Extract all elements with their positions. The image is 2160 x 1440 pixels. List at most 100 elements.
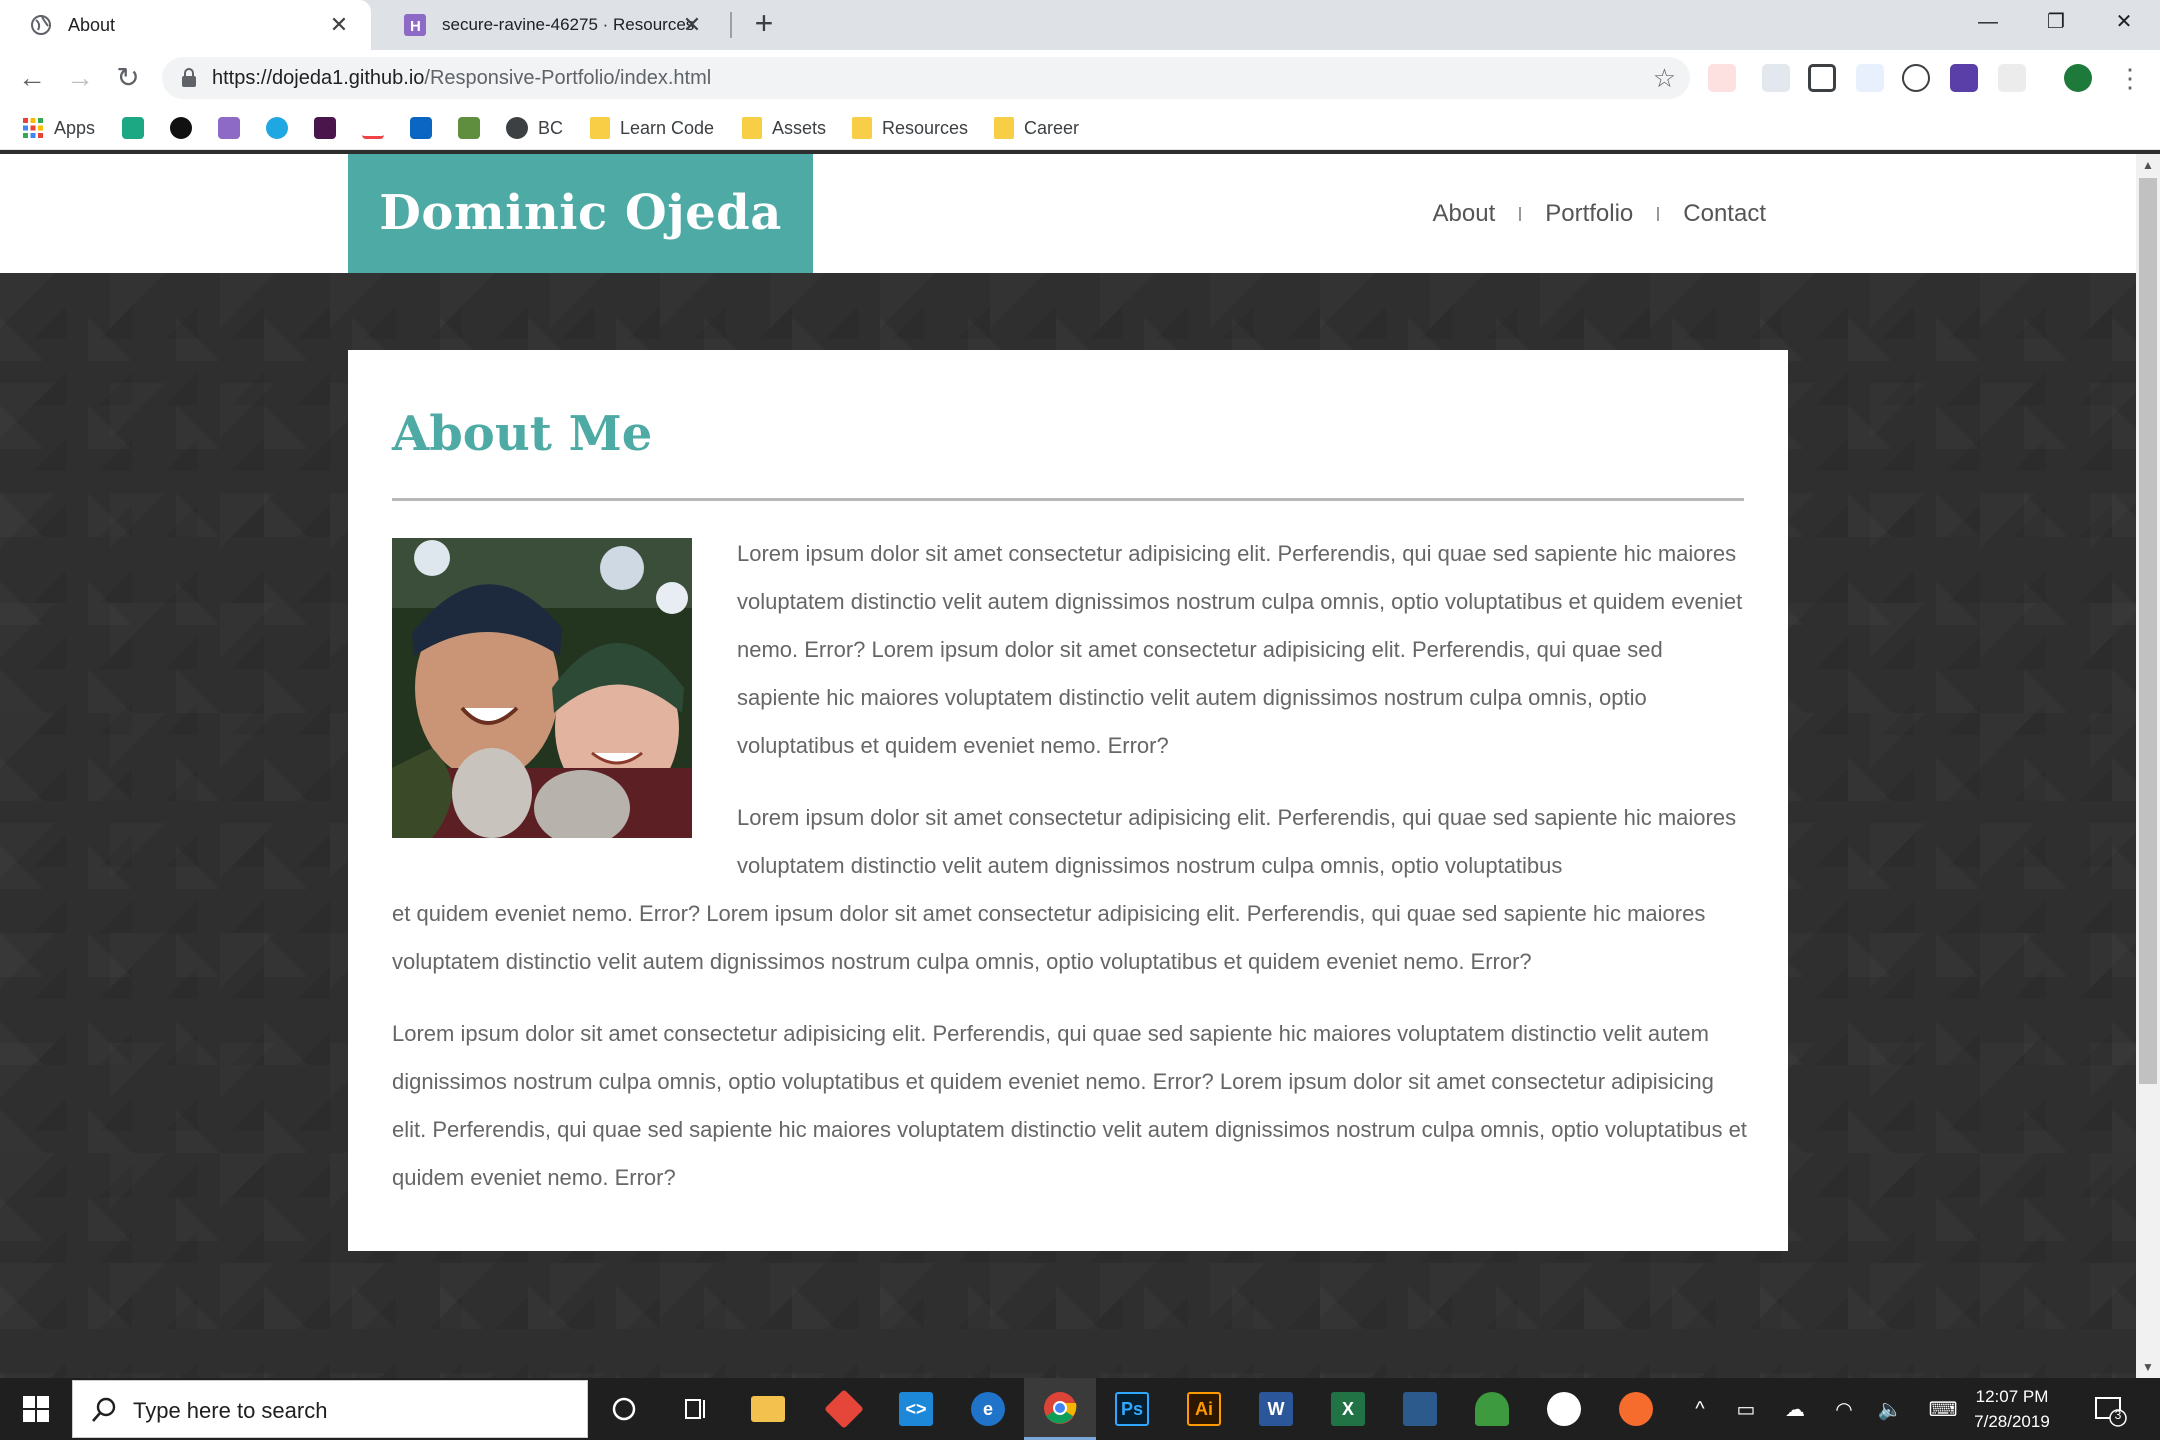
chrome-icon[interactable] bbox=[1024, 1378, 1096, 1440]
scroll-down-icon[interactable]: ▼ bbox=[2136, 1356, 2160, 1378]
wifi-icon[interactable]: ◠ bbox=[1824, 1378, 1864, 1440]
search-icon bbox=[92, 1397, 116, 1422]
excel-icon[interactable]: X bbox=[1312, 1378, 1384, 1440]
bookmarks-bar: Apps BC Learn Code Assets Resources Care… bbox=[0, 106, 2160, 150]
vscode-icon[interactable]: <> bbox=[880, 1378, 952, 1440]
svg-text:H: H bbox=[410, 18, 421, 35]
extension-blank-icon[interactable] bbox=[1998, 64, 2026, 92]
menu-dots-icon[interactable]: ⋮ bbox=[2112, 60, 2148, 96]
taskbar-search-box[interactable]: Type here to search bbox=[72, 1380, 588, 1438]
about-paragraph-2-rest: et quidem eveniet nemo. Error? Lorem ips… bbox=[392, 901, 1706, 974]
bookmark-bc[interactable]: BC bbox=[506, 114, 563, 142]
bookmark-slack[interactable] bbox=[314, 114, 336, 142]
extension-screenshot-icon[interactable] bbox=[1808, 64, 1836, 92]
nav-about-link[interactable]: About bbox=[1433, 200, 1496, 228]
extension-code-icon[interactable] bbox=[1902, 64, 1930, 92]
photoshop-icon[interactable]: Ps bbox=[1096, 1378, 1168, 1440]
origin-icon[interactable] bbox=[1600, 1378, 1672, 1440]
address-bar[interactable]: https://dojeda1.github.io/Responsive-Por… bbox=[162, 57, 1690, 99]
illustrator-icon[interactable]: Ai bbox=[1168, 1378, 1240, 1440]
scroll-thumb[interactable] bbox=[2139, 178, 2157, 1084]
restore-icon[interactable]: ❐ bbox=[2022, 0, 2090, 44]
task-view-icon[interactable] bbox=[660, 1378, 732, 1440]
slack-icon[interactable] bbox=[1528, 1378, 1600, 1440]
word-icon[interactable]: W bbox=[1240, 1378, 1312, 1440]
cortana-icon[interactable] bbox=[588, 1378, 660, 1440]
about-card: About Me Lorem ipsum dolor sit amet cons… bbox=[348, 350, 1788, 1251]
brand-icon bbox=[362, 117, 384, 139]
clock-time: 12:07 PM bbox=[1975, 1387, 2049, 1406]
new-tab-icon[interactable]: + bbox=[748, 7, 780, 40]
folder-icon bbox=[590, 117, 610, 139]
title-divider bbox=[392, 498, 1744, 501]
robo3t-icon[interactable] bbox=[1456, 1378, 1528, 1440]
extension-eyedropper-icon[interactable] bbox=[1762, 64, 1790, 92]
mysql-workbench-icon[interactable] bbox=[1384, 1378, 1456, 1440]
about-paragraph-1: Lorem ipsum dolor sit amet consectetur a… bbox=[737, 541, 1743, 758]
bookmark-learn-code[interactable]: Learn Code bbox=[590, 114, 714, 142]
bookmark-assets[interactable]: Assets bbox=[742, 114, 826, 142]
extension-checkbox-icon[interactable] bbox=[1950, 64, 1978, 92]
site-brand[interactable]: Dominic Ojeda bbox=[348, 154, 813, 273]
bookmark-apps[interactable]: Apps bbox=[22, 114, 95, 142]
close-window-icon[interactable]: ✕ bbox=[2090, 0, 2158, 44]
battery-icon[interactable]: ▭ bbox=[1726, 1378, 1766, 1440]
page-scrollbar[interactable]: ▲ ▼ bbox=[2136, 154, 2160, 1378]
bookmark-label: Learn Code bbox=[620, 117, 715, 138]
onedrive-icon[interactable]: ☁ bbox=[1772, 1378, 1818, 1440]
folder-icon bbox=[852, 117, 872, 139]
folder-icon bbox=[742, 117, 762, 139]
close-tab-icon[interactable]: ✕ bbox=[680, 13, 704, 37]
bookmark-label: Career bbox=[1024, 117, 1080, 138]
extension-video-icon[interactable] bbox=[1708, 64, 1736, 92]
bookmark-resources[interactable]: Resources bbox=[852, 114, 968, 142]
back-icon[interactable]: ← bbox=[14, 60, 50, 96]
tab-title: About bbox=[68, 14, 116, 35]
shopify-icon bbox=[458, 117, 480, 139]
browser-toolbar: ← → ↻ https://dojeda1.github.io/Responsi… bbox=[0, 50, 2160, 106]
nav-portfolio-link[interactable]: Portfolio bbox=[1545, 200, 1633, 228]
forward-icon[interactable]: → bbox=[62, 60, 98, 96]
site-header: Dominic Ojeda About Portfolio Contact bbox=[0, 154, 2136, 273]
search-placeholder: Type here to search bbox=[133, 1398, 328, 1423]
minimize-icon[interactable]: — bbox=[1954, 0, 2022, 44]
bookmark-heroku[interactable] bbox=[218, 114, 240, 142]
bookmark-linkedin[interactable] bbox=[410, 114, 432, 142]
git-icon[interactable] bbox=[808, 1378, 880, 1440]
globe-icon bbox=[506, 117, 528, 139]
gitkraken-icon bbox=[122, 117, 144, 139]
bookmark-star-icon[interactable]: ☆ bbox=[1653, 63, 1676, 94]
start-button[interactable] bbox=[0, 1378, 72, 1440]
globe-icon bbox=[30, 14, 52, 36]
tab-resources[interactable]: H secure-ravine-46275 · Resources ✕ bbox=[374, 0, 724, 50]
apps-grid-icon bbox=[23, 118, 43, 138]
profile-photo bbox=[392, 538, 692, 838]
bookmark-hexagon[interactable] bbox=[266, 114, 288, 142]
bookmark-shopify[interactable] bbox=[458, 114, 480, 142]
heroku-icon bbox=[218, 117, 240, 139]
volume-icon[interactable]: 🔈 bbox=[1870, 1378, 1910, 1440]
bookmark-brand[interactable] bbox=[362, 114, 384, 142]
reload-icon[interactable]: ↻ bbox=[110, 60, 146, 96]
bookmark-label: Resources bbox=[882, 117, 969, 138]
extension-arrows-icon[interactable] bbox=[1856, 64, 1884, 92]
bookmark-gitkraken[interactable] bbox=[122, 114, 144, 142]
tab-separator bbox=[730, 12, 732, 38]
nav-divider bbox=[1657, 207, 1660, 221]
nav-contact-link[interactable]: Contact bbox=[1683, 200, 1766, 228]
page-viewport: Dominic Ojeda About Portfolio Contact Ab… bbox=[0, 154, 2136, 1378]
file-explorer-icon[interactable] bbox=[732, 1378, 804, 1440]
bookmark-label: BC bbox=[538, 117, 564, 138]
system-clock[interactable]: 12:07 PM 7/28/2019 bbox=[1952, 1384, 2072, 1434]
edge-icon[interactable]: e bbox=[952, 1378, 1024, 1440]
site-nav: About Portfolio Contact bbox=[1433, 200, 1766, 228]
action-center-icon[interactable]: 3 bbox=[2092, 1392, 2128, 1428]
notification-count: 3 bbox=[2114, 1408, 2122, 1422]
show-hidden-icons-icon[interactable]: ^ bbox=[1680, 1378, 1720, 1440]
scroll-up-icon[interactable]: ▲ bbox=[2136, 154, 2160, 176]
profile-avatar[interactable] bbox=[2064, 64, 2092, 92]
bookmark-career[interactable]: Career bbox=[994, 114, 1079, 142]
tab-about[interactable]: About ✕ bbox=[0, 0, 371, 50]
bookmark-github[interactable] bbox=[170, 114, 192, 142]
close-tab-icon[interactable]: ✕ bbox=[327, 13, 351, 37]
